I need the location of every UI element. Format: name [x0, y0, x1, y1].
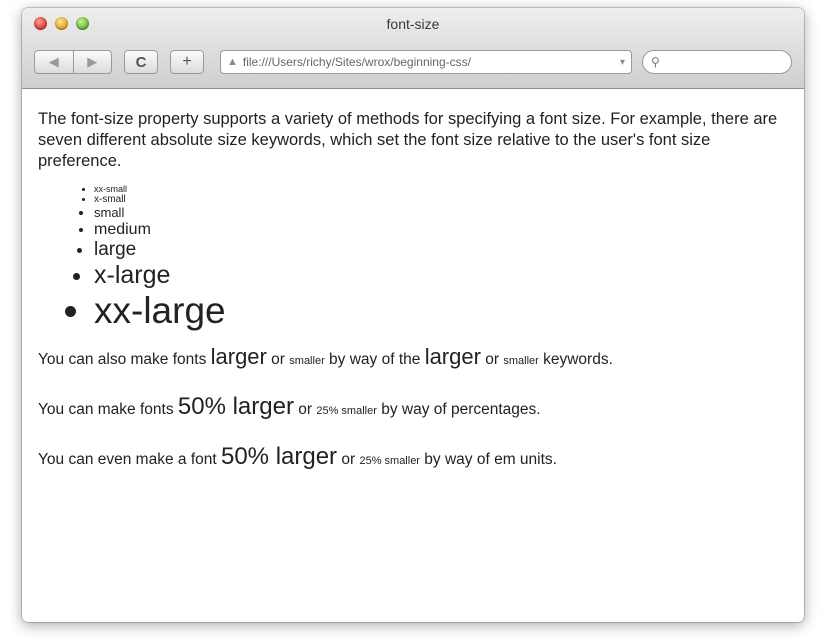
window-chrome: font-size ◀ ▶ C + ▲ file:///Users/richy/… [22, 8, 804, 89]
percent-larger-sample: 50% larger [177, 393, 294, 421]
percent-smaller-sample: 25% smaller [316, 405, 377, 418]
browser-toolbar: ◀ ▶ C + ▲ file:///Users/richy/Sites/wrox… [34, 48, 792, 76]
browser-window: font-size ◀ ▶ C + ▲ file:///Users/richy/… [22, 8, 804, 622]
relative-keywords-paragraph: You can also make fonts larger or smalle… [38, 344, 613, 370]
size-item-x-large: x-large [94, 261, 788, 290]
reload-button[interactable]: C [124, 50, 158, 74]
forward-button[interactable]: ▶ [74, 51, 112, 73]
font-size-keyword-list: xx-smallx-smallsmallmediumlargex-largexx… [38, 184, 788, 332]
url-text: file:///Users/richy/Sites/wrox/beginning… [242, 55, 471, 69]
size-item-x-small: x-small [94, 194, 788, 206]
page-content: The font-size property supports a variet… [22, 89, 804, 472]
larger-sample: larger [210, 344, 267, 370]
forward-arrow-icon: ▶ [87, 54, 98, 69]
em-smaller-sample: 25% smaller [359, 455, 420, 468]
smaller-sample: smaller [289, 355, 325, 368]
back-arrow-icon: ◀ [48, 54, 59, 69]
search-icon: ⚲ [651, 55, 660, 69]
address-bar[interactable]: ▲ file:///Users/richy/Sites/wrox/beginni… [220, 50, 632, 74]
percentages-paragraph: You can make fonts 50% larger or 25% sma… [38, 393, 541, 421]
size-item-large: large [94, 239, 788, 261]
larger-keyword-sample: larger [424, 344, 481, 370]
back-button[interactable]: ◀ [35, 51, 73, 73]
url-dropdown-icon[interactable]: ▾ [620, 57, 625, 68]
plus-icon: + [182, 53, 192, 70]
page-icon: ▲ [227, 56, 238, 68]
em-units-paragraph: You can even make a font 50% larger or 2… [38, 443, 557, 471]
window-title: font-size [386, 16, 440, 32]
em-larger-sample: 50% larger [220, 443, 338, 471]
size-item-xx-large: xx-large [94, 290, 788, 333]
size-item-medium: medium [94, 221, 788, 239]
intro-paragraph: The font-size property supports a variet… [38, 110, 778, 170]
search-field[interactable]: ⚲ [642, 50, 792, 74]
reload-icon: C [135, 53, 147, 71]
back-forward-buttons: ◀ ▶ [34, 50, 112, 74]
add-bookmark-button[interactable]: + [170, 50, 204, 74]
size-item-xx-small: xx-small [94, 184, 788, 194]
smaller-keyword-sample: smaller [503, 355, 539, 368]
size-item-small: small [94, 205, 788, 221]
